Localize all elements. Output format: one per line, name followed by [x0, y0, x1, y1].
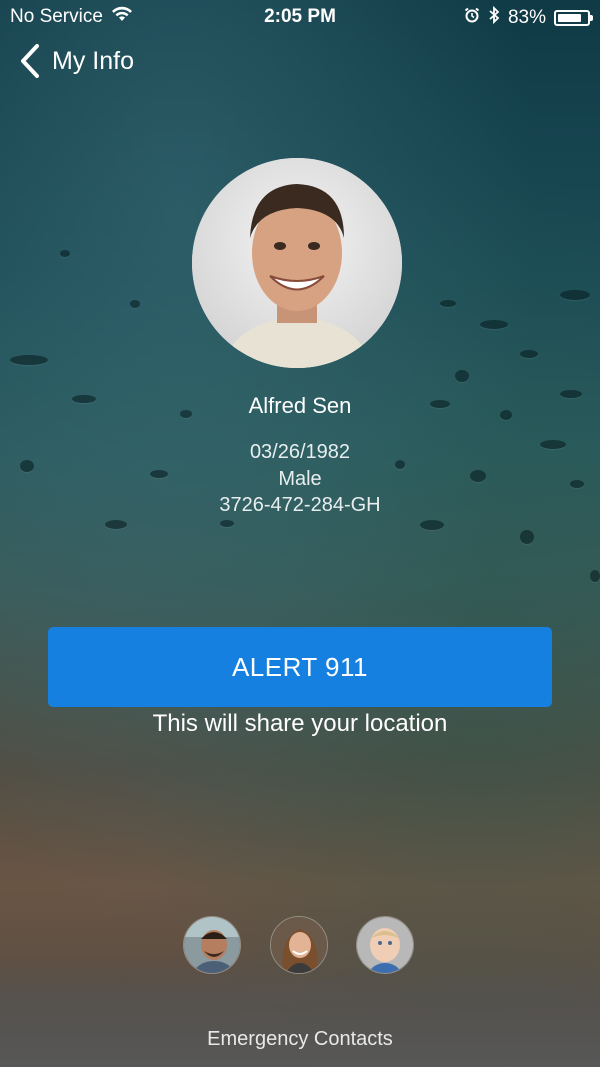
profile-name: Alfred Sen	[248, 393, 352, 418]
back-button[interactable]: My Info	[18, 42, 134, 80]
alarm-icon	[464, 7, 480, 29]
chevron-left-icon	[18, 42, 42, 80]
profile-avatar	[192, 158, 402, 368]
alert-911-label: ALERT 911	[231, 651, 369, 682]
emergency-contacts-row	[0, 916, 600, 976]
contact-avatar-2[interactable]	[270, 916, 328, 974]
battery-fill	[558, 14, 582, 22]
status-bar: No Service 2:05 PM 83%	[0, 0, 600, 34]
alert-subtext: This will share your location	[152, 710, 448, 737]
profile-gender: Male	[278, 468, 322, 490]
contact-avatar-3[interactable]	[356, 916, 414, 974]
battery-icon	[554, 10, 593, 26]
back-label: My Info	[52, 46, 134, 75]
bluetooth-icon	[488, 5, 500, 30]
contact-avatar-1[interactable]	[183, 916, 241, 974]
profile-dob: 03/26/1982	[249, 441, 351, 463]
emergency-contacts-label[interactable]: Emergency Contacts	[0, 1028, 600, 1051]
battery-percent: 83%	[507, 7, 546, 28]
profile-id: 3726-472-284-GH	[219, 494, 381, 516]
alert-911-button[interactable]: ALERT 911	[48, 627, 552, 707]
